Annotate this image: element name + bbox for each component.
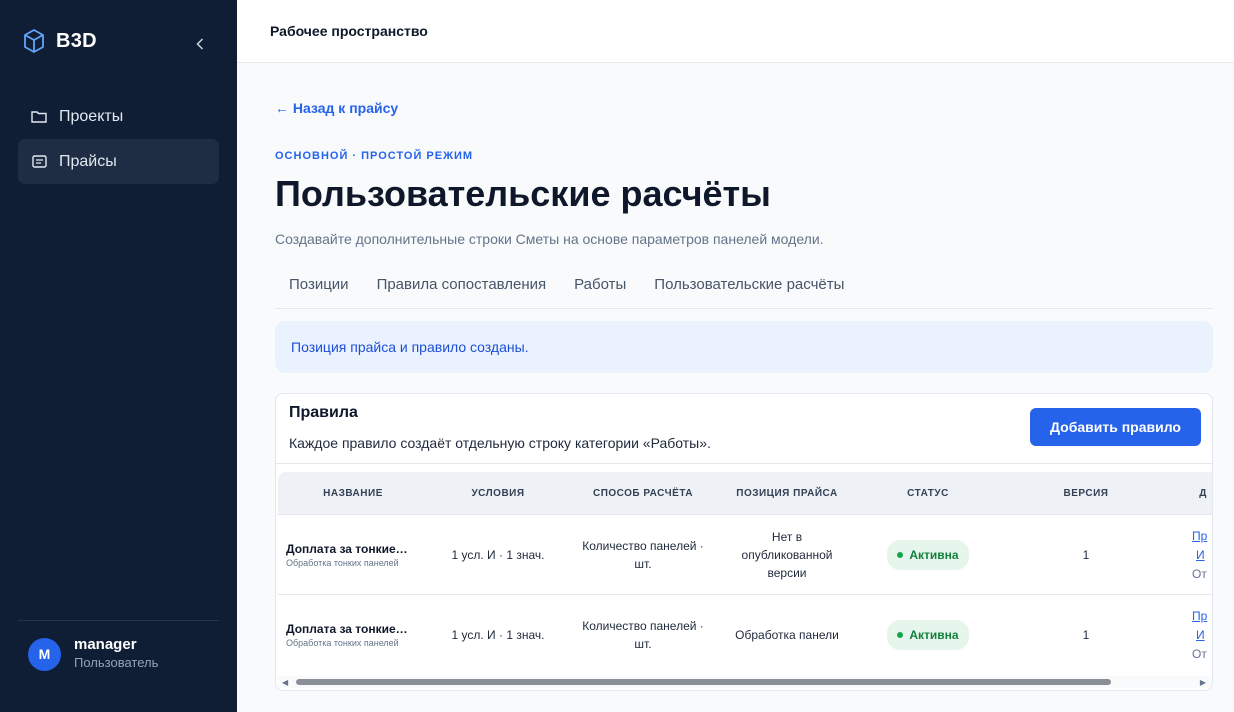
scroll-left-icon[interactable]: ◀ xyxy=(282,678,288,687)
column-header-name[interactable]: НАЗВАНИЕ xyxy=(278,472,428,514)
price-list-icon xyxy=(31,155,47,169)
brand[interactable]: B3D xyxy=(22,28,97,54)
user-name: manager xyxy=(74,636,137,653)
rule-name-cell: Доплата за тонкие… Обработка тонких пане… xyxy=(286,515,428,595)
table-row[interactable]: Доплата за тонкие… Обработка тонких пане… xyxy=(278,594,1212,674)
version-cell: 1 xyxy=(1082,628,1090,642)
sidebar-item-projects[interactable]: Проекты xyxy=(18,94,219,139)
method-cell: Количество панелей · шт. xyxy=(582,539,704,571)
action-link[interactable]: И xyxy=(1192,547,1207,564)
action-link[interactable]: Пр xyxy=(1192,608,1207,625)
topbar: Рабочее пространство xyxy=(237,0,1234,63)
rule-name-cell: Доплата за тонкие… Обработка тонких пане… xyxy=(286,595,428,675)
sidebar-nav: Проекты Прайсы xyxy=(18,94,219,184)
price-item-cell: Обработка панели xyxy=(735,628,839,642)
user-profile[interactable]: M manager Пользователь xyxy=(28,636,158,672)
divider xyxy=(18,620,219,621)
rule-subtitle: Обработка тонких панелей xyxy=(286,637,399,648)
main-content: ← Назад к прайсу ОСНОВНОЙ · ПРОСТОЙ РЕЖИ… xyxy=(275,63,1234,712)
collapse-sidebar-button[interactable] xyxy=(190,32,210,56)
divider xyxy=(276,463,1212,464)
tabs: Позиции Правила сопоставления Работы Пол… xyxy=(275,263,1213,309)
status-label: Активна xyxy=(909,548,959,562)
action-link[interactable]: От xyxy=(1192,646,1207,663)
column-header-actions[interactable]: Д xyxy=(1188,472,1212,514)
page-eyebrow: ОСНОВНОЙ · ПРОСТОЙ РЕЖИМ xyxy=(275,150,474,162)
page-description: Создавайте дополнительные строки Сметы н… xyxy=(275,231,824,247)
folder-icon xyxy=(31,110,47,124)
status-dot-icon xyxy=(897,632,904,638)
scroll-right-icon[interactable]: ▶ xyxy=(1200,678,1206,687)
status-cell: Активна xyxy=(856,595,1000,675)
brand-name: B3D xyxy=(56,29,97,52)
action-link[interactable]: И xyxy=(1192,627,1207,644)
status-cell: Активна xyxy=(856,515,1000,595)
column-header-conditions[interactable]: УСЛОВИЯ xyxy=(428,472,568,514)
page-title: Пользовательские расчёты xyxy=(275,173,771,214)
action-link[interactable]: Пр xyxy=(1192,528,1207,545)
conditions-cell: 1 усл. И · 1 знач. xyxy=(451,548,545,562)
tab-custom-calculations[interactable]: Пользовательские расчёты xyxy=(640,263,858,308)
sidebar-item-label: Проекты xyxy=(59,107,124,125)
chevron-left-icon xyxy=(196,38,204,50)
rules-table: НАЗВАНИЕ УСЛОВИЯ СПОСОБ РАСЧЁТА ПОЗИЦИЯ … xyxy=(278,472,1212,676)
horizontal-scrollbar[interactable]: ◀ ▶ xyxy=(278,676,1212,688)
user-role: Пользователь xyxy=(74,655,159,670)
scrollbar-thumb[interactable] xyxy=(296,679,1111,685)
column-header-method[interactable]: СПОСОБ РАСЧЁТА xyxy=(568,472,718,514)
column-header-status[interactable]: СТАТУС xyxy=(856,472,1000,514)
method-cell: Количество панелей · шт. xyxy=(582,619,704,651)
tab-mapping-rules[interactable]: Правила сопоставления xyxy=(363,263,561,308)
status-dot-icon xyxy=(897,552,904,558)
column-header-price-item[interactable]: ПОЗИЦИЯ ПРАЙСА xyxy=(718,472,856,514)
workspace-title: Рабочее пространство xyxy=(270,23,428,39)
rule-name: Доплата за тонкие… xyxy=(286,621,408,636)
sidebar: B3D Проекты Прайсы M manager Пользовател… xyxy=(0,0,237,712)
tab-positions[interactable]: Позиции xyxy=(275,263,363,308)
status-badge: Активна xyxy=(887,540,969,570)
success-alert: Позиция прайса и правило созданы. xyxy=(275,321,1213,373)
add-rule-button[interactable]: Добавить правило xyxy=(1030,408,1201,446)
rule-subtitle: Обработка тонких панелей xyxy=(286,557,399,568)
back-to-price-list-link[interactable]: ← Назад к прайсу xyxy=(275,100,398,116)
tab-works[interactable]: Работы xyxy=(560,263,640,308)
sidebar-item-price-lists[interactable]: Прайсы xyxy=(18,139,219,184)
version-cell: 1 xyxy=(1082,548,1090,562)
sidebar-item-label: Прайсы xyxy=(59,152,117,170)
conditions-cell: 1 усл. И · 1 знач. xyxy=(451,628,545,642)
cube-logo-icon xyxy=(24,29,44,53)
rules-subtitle: Каждое правило создаёт отдельную строку … xyxy=(289,435,711,451)
avatar: M xyxy=(28,637,61,671)
row-actions: Пр И От xyxy=(1192,595,1207,675)
column-header-version[interactable]: ВЕРСИЯ xyxy=(1000,472,1172,514)
rules-card: Правила Каждое правило создаёт отдельную… xyxy=(275,393,1213,691)
table-header: НАЗВАНИЕ УСЛОВИЯ СПОСОБ РАСЧЁТА ПОЗИЦИЯ … xyxy=(278,472,1212,514)
rules-title: Правила xyxy=(289,404,358,421)
status-label: Активна xyxy=(909,628,959,642)
row-actions: Пр И От xyxy=(1192,515,1207,595)
price-item-cell: Нет в опубликованной версии xyxy=(741,530,833,580)
action-link[interactable]: От xyxy=(1192,566,1207,583)
rule-name: Доплата за тонкие… xyxy=(286,541,408,556)
table-row[interactable]: Доплата за тонкие… Обработка тонких пане… xyxy=(278,514,1212,594)
status-badge: Активна xyxy=(887,620,969,650)
